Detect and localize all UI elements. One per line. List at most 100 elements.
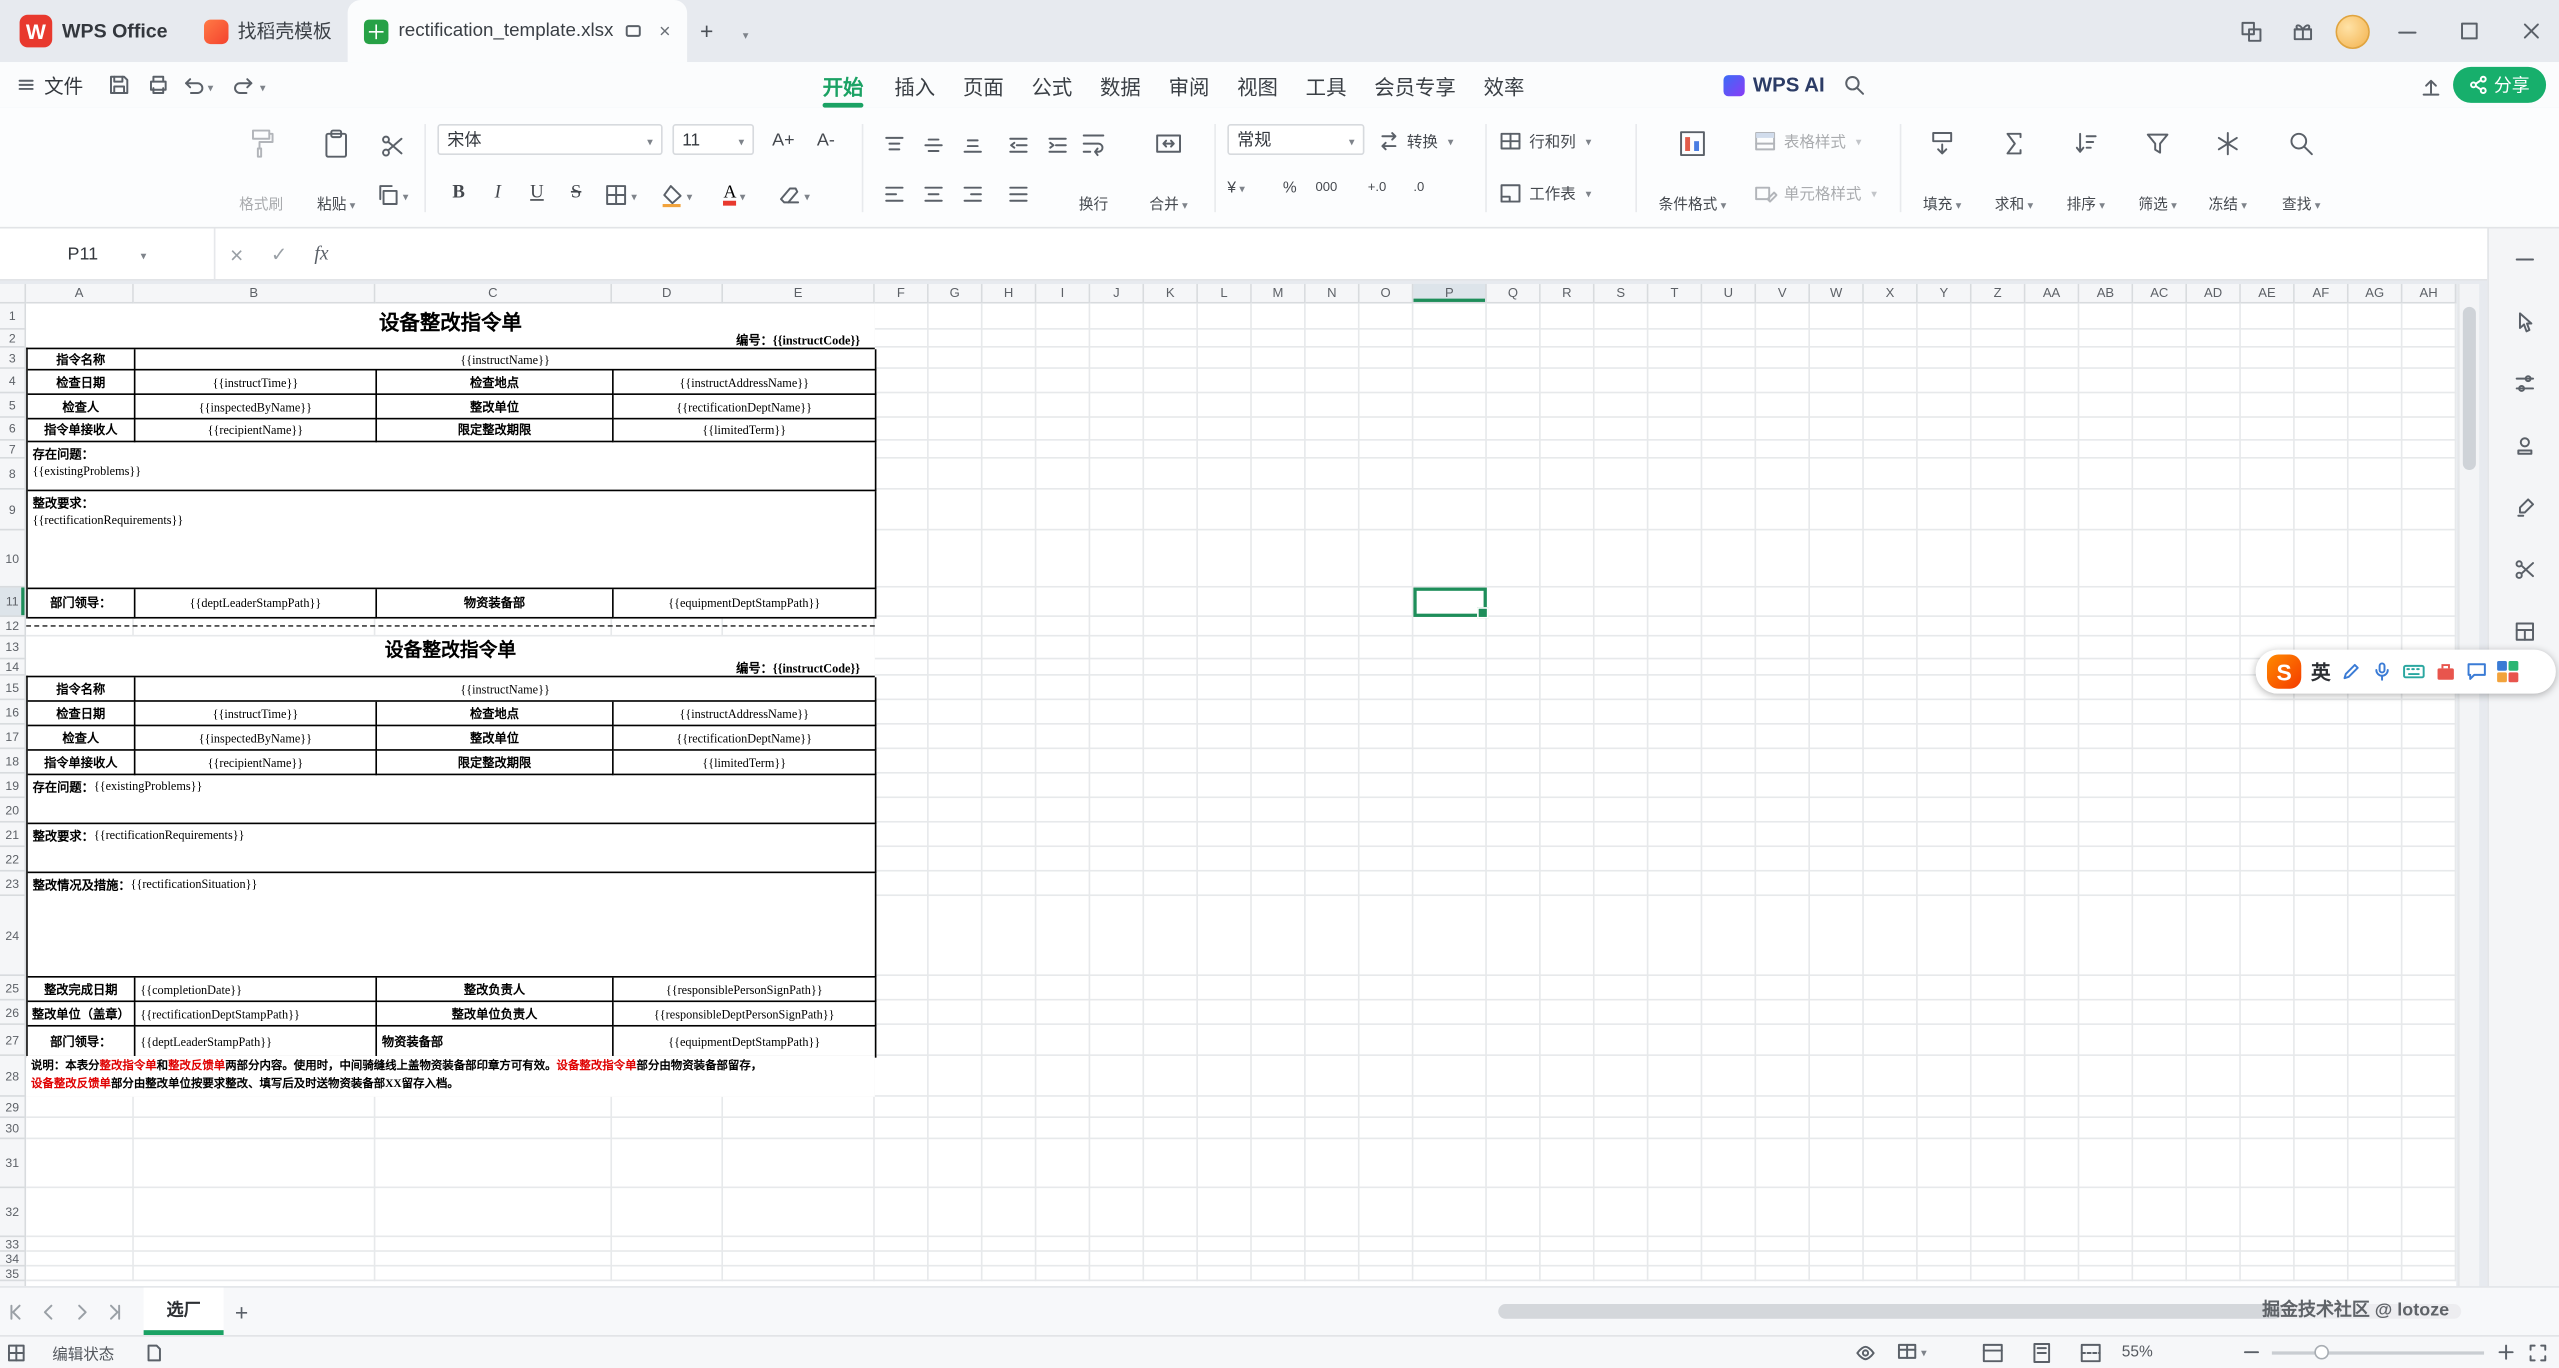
name-box[interactable]: P11 — [0, 228, 215, 279]
ribbon-tab-data[interactable]: 数据 — [1094, 62, 1148, 108]
form2-code[interactable]: 编号：{{instructCode}} — [612, 659, 870, 677]
visibility-button[interactable] — [1854, 1341, 1877, 1364]
justify-button[interactable] — [999, 176, 1038, 212]
cloud-upload-button[interactable] — [2412, 62, 2450, 108]
form2-cell[interactable]: {{rectificationDeptName}} — [614, 726, 877, 750]
percent-format-button[interactable]: % — [1283, 180, 1297, 198]
form2-cell[interactable]: 检查人 — [28, 726, 136, 750]
stamp-tool-button[interactable] — [2506, 428, 2542, 464]
column-header-AB[interactable]: AB — [2079, 284, 2133, 304]
column-header-V[interactable]: V — [1756, 284, 1810, 304]
column-header-AE[interactable]: AE — [2241, 284, 2295, 304]
borders-button[interactable] — [601, 176, 640, 212]
cut-button[interactable] — [372, 127, 411, 163]
column-header-AC[interactable]: AC — [2133, 284, 2187, 304]
wrap-text-button[interactable]: 换行 — [1064, 118, 1123, 219]
form1-requirements-cell[interactable]: 整改要求： {{rectificationRequirements}} — [28, 491, 877, 589]
close-tab-icon[interactable]: × — [659, 20, 670, 43]
ribbon-tab-home[interactable]: 开始 — [816, 62, 870, 108]
row-header-25[interactable]: 25 — [0, 976, 24, 1000]
column-header-K[interactable]: K — [1144, 284, 1198, 304]
column-header-D[interactable]: D — [612, 284, 723, 304]
column-header-P[interactable]: P — [1413, 284, 1486, 304]
form2-cell[interactable]: {{responsiblePersonSignPath}} — [614, 978, 877, 1002]
column-header-AH[interactable]: AH — [2402, 284, 2456, 304]
align-top-button[interactable] — [875, 127, 914, 163]
increase-decimal-button[interactable]: +.0 — [1368, 180, 1387, 195]
form2-cell[interactable]: {{recipientName}} — [135, 751, 377, 775]
column-header-Z[interactable]: Z — [1972, 284, 2026, 304]
row-header-3[interactable]: 3 — [0, 348, 24, 369]
share-button[interactable]: 分享 — [2453, 67, 2546, 103]
format-painter-button[interactable]: 格式刷 — [225, 118, 297, 219]
ribbon-search-button[interactable] — [1836, 62, 1872, 108]
thousand-separator-button[interactable]: 000 — [1315, 180, 1337, 195]
form1-cell[interactable]: 检查人 — [28, 395, 136, 419]
chat-bubble-icon[interactable] — [2466, 661, 2487, 682]
form1-header-area[interactable]: 设备整改指令单 编号：{{instructCode}} — [26, 304, 875, 348]
wps-home-button[interactable]: W WPS Office — [0, 0, 187, 62]
collapse-pane-button[interactable] — [2506, 242, 2542, 278]
vertical-scrollbar-thumb[interactable] — [2463, 307, 2476, 470]
row-header-11[interactable]: 11 — [0, 588, 24, 617]
form2-cell[interactable]: 整改单位负责人 — [377, 1002, 614, 1026]
row-header-28[interactable]: 28 — [0, 1056, 24, 1097]
row-header-23[interactable]: 23 — [0, 872, 24, 896]
form2-cell[interactable]: {{instructName}} — [135, 677, 876, 701]
row-header-26[interactable]: 26 — [0, 1000, 24, 1024]
select-tool-button[interactable] — [2506, 304, 2542, 340]
row-header-2[interactable]: 2 — [0, 330, 24, 348]
font-size-select[interactable]: 11 — [672, 124, 754, 155]
decrease-indent-button[interactable] — [999, 127, 1038, 163]
zoom-in-button[interactable] — [2497, 1343, 2515, 1361]
form2-cell[interactable]: {{instructTime}} — [135, 702, 377, 726]
first-sheet-button[interactable] — [0, 1295, 33, 1328]
row-header-5[interactable]: 5 — [0, 393, 24, 417]
ribbon-tab-page[interactable]: 页面 — [956, 62, 1010, 108]
freeze-panes-button[interactable]: 冻结 — [2194, 118, 2263, 219]
ime-language-toggle[interactable]: 英 — [2311, 658, 2331, 686]
merge-cells-button[interactable]: 合并 — [1133, 118, 1205, 219]
table-style-button[interactable]: 表格样式 — [1753, 122, 1862, 158]
row-header-1[interactable]: 1 — [0, 304, 24, 330]
form2-cell[interactable]: 整改单位（盖章） — [28, 1002, 136, 1026]
column-header-T[interactable]: T — [1648, 284, 1702, 304]
decrease-decimal-button[interactable]: .0 — [1413, 180, 1424, 195]
column-header-W[interactable]: W — [1810, 284, 1864, 304]
column-header-O[interactable]: O — [1360, 284, 1414, 304]
form1-cell[interactable]: 限定整改期限 — [377, 419, 614, 442]
form1-cell[interactable]: {{deptLeaderStampPath}} — [135, 589, 377, 618]
fullscreen-button[interactable] — [2528, 1342, 2548, 1362]
row-header-20[interactable]: 20 — [0, 798, 24, 822]
row-header-33[interactable]: 33 — [0, 1237, 24, 1252]
form1-cell[interactable]: {{instructAddressName}} — [614, 370, 877, 394]
view-page-layout-button[interactable] — [2030, 1341, 2053, 1364]
form2-cell[interactable]: {{rectificationDeptStampPath}} — [135, 1002, 377, 1026]
form1-code[interactable]: 编号：{{instructCode}} — [612, 331, 870, 349]
column-header-H[interactable]: H — [983, 284, 1037, 304]
find-button[interactable]: 查找 — [2269, 118, 2334, 219]
row-header-22[interactable]: 22 — [0, 847, 24, 871]
form2-cell[interactable]: 整改完成日期 — [28, 978, 136, 1002]
align-middle-button[interactable] — [914, 127, 953, 163]
next-sheet-button[interactable] — [65, 1295, 98, 1328]
row-header-34[interactable]: 34 — [0, 1252, 24, 1267]
form2-cell[interactable]: 整改单位 — [377, 726, 614, 750]
form2-cell[interactable]: {{equipmentDeptStampPath}} — [614, 1027, 877, 1058]
form2-cell[interactable]: {{deptLeaderStampPath}} — [135, 1027, 377, 1058]
fill-color-button[interactable] — [656, 176, 695, 212]
form2-requirements-cell[interactable]: 整改要求：{{rectificationRequirements}} — [28, 824, 877, 873]
form1-cell[interactable]: 指令名称 — [28, 349, 136, 370]
view-page-break-button[interactable] — [2079, 1341, 2102, 1364]
row-header-12[interactable]: 12 — [0, 617, 24, 637]
backup-button[interactable] — [144, 1342, 164, 1362]
new-tab-button[interactable]: + — [687, 18, 726, 44]
column-header-AG[interactable]: AG — [2349, 284, 2403, 304]
row-header-4[interactable]: 4 — [0, 369, 24, 393]
filter-button[interactable]: 筛选 — [2125, 118, 2190, 219]
row-header-9[interactable]: 9 — [0, 490, 24, 531]
clear-format-button[interactable] — [774, 176, 813, 212]
row-header-32[interactable]: 32 — [0, 1188, 24, 1237]
align-left-button[interactable] — [875, 176, 914, 212]
form2-situation-cell[interactable]: 整改情况及措施：{{rectificationSituation}} — [28, 873, 877, 977]
